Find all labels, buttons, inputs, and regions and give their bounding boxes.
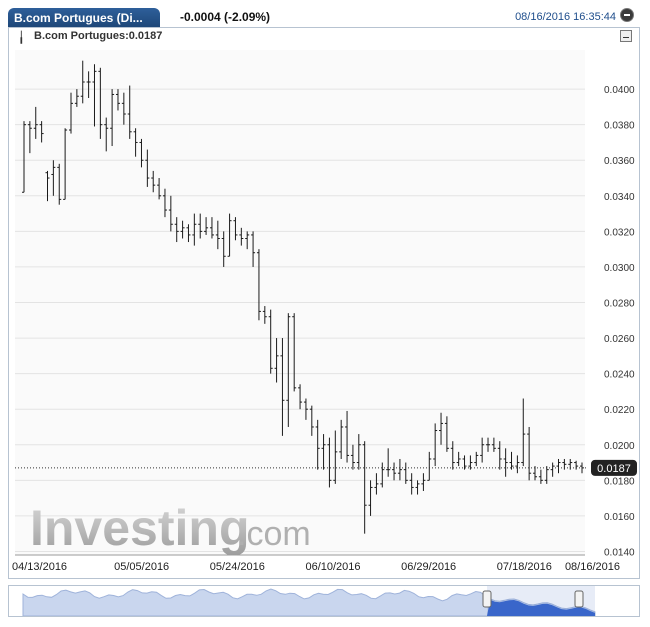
navigator-right-handle[interactable] — [574, 590, 584, 608]
y-axis: 0.0140 0.0160 0.0180 0.0200 0.0220 0.0240 0.02… — [604, 85, 635, 558]
x-tick-label: 05/24/2016 — [210, 561, 265, 573]
y-tick-label: 0.0180 — [604, 476, 635, 487]
x-tick-label: 07/18/2016 — [497, 561, 552, 573]
y-tick-label: 0.0260 — [604, 334, 635, 345]
y-tick-label: 0.0360 — [604, 156, 635, 167]
navigator-left-handle[interactable] — [482, 590, 492, 608]
x-tick-label: 04/13/2016 — [12, 561, 67, 573]
x-tick-label: 05/05/2016 — [114, 561, 169, 573]
current-value-label: 0.0187 — [597, 463, 631, 475]
navigator[interactable] — [8, 585, 640, 617]
x-axis: 04/13/2016 05/05/2016 05/24/2016 06/10/2016… — [12, 561, 620, 573]
y-tick-label: 0.0140 — [604, 547, 635, 558]
y-tick-label: 0.0300 — [604, 263, 635, 274]
watermark-brand: Investing — [30, 500, 249, 556]
current-value-badge: 0.0187 — [591, 459, 637, 476]
y-tick-label: 0.0400 — [604, 85, 635, 96]
y-tick-label: 0.0320 — [604, 227, 635, 238]
x-tick-label: 08/16/2016 — [565, 561, 620, 573]
price-chart: Investing .com 0.0187 0.0140 0.0160 0.0180… — [12, 50, 637, 573]
y-tick-label: 0.0240 — [604, 370, 635, 381]
y-tick-label: 0.0200 — [604, 441, 635, 452]
x-tick-label: 06/29/2016 — [401, 561, 456, 573]
y-tick-label: 0.0380 — [604, 121, 635, 132]
y-tick-label: 0.0280 — [604, 299, 635, 310]
y-tick-label: 0.0340 — [604, 192, 635, 203]
y-tick-label: 0.0160 — [604, 512, 635, 523]
watermark-suffix: .com — [237, 515, 311, 553]
y-tick-label: 0.0220 — [604, 405, 635, 416]
navigator-chart — [22, 586, 596, 617]
x-tick-label: 06/10/2016 — [305, 561, 360, 573]
